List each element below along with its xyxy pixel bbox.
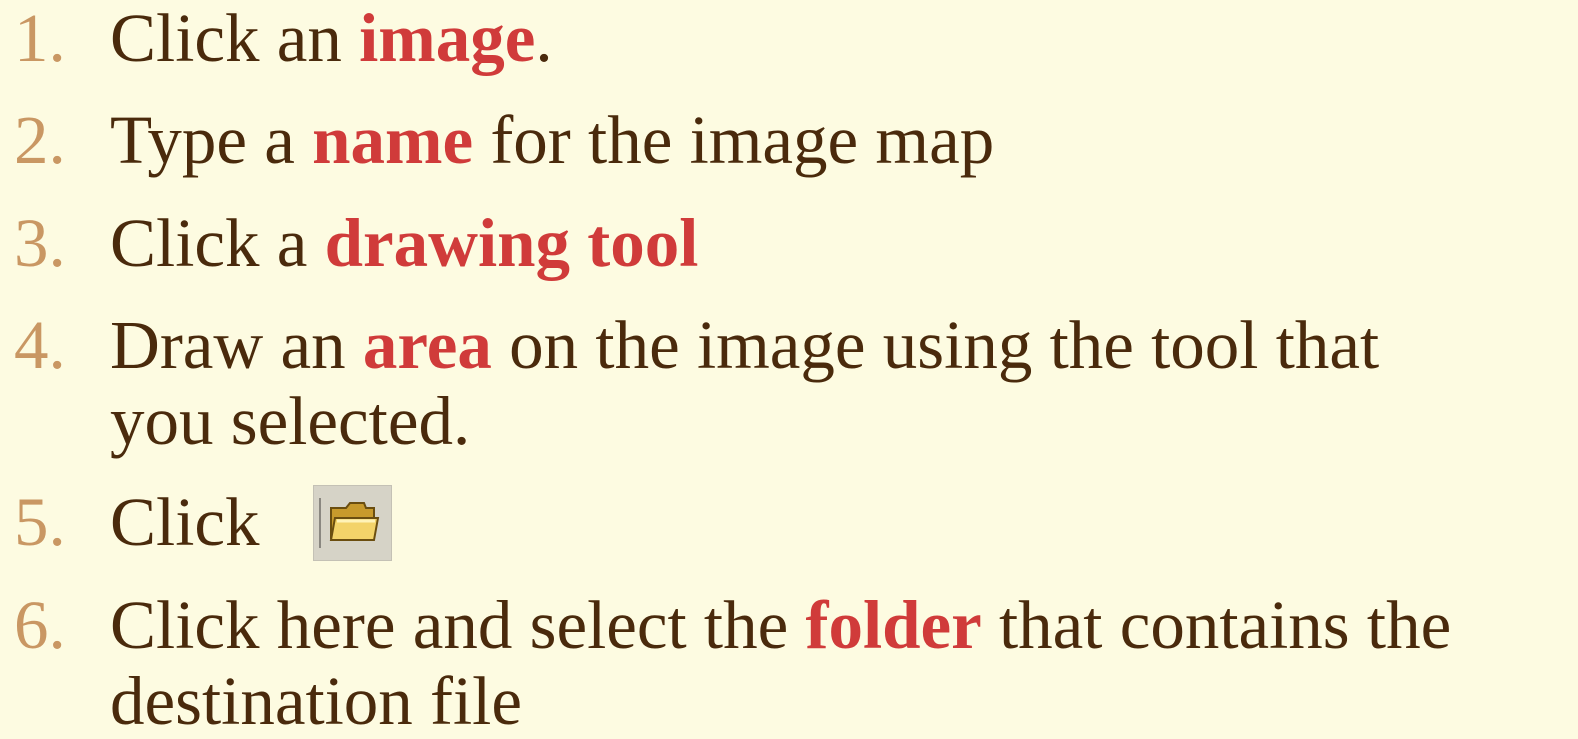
- step-number: 5.: [14, 484, 66, 560]
- keyword-image: image: [359, 0, 536, 76]
- instruction-list: 1. Click an image. 2. Type a name for th…: [0, 0, 1578, 739]
- step-number: 3.: [14, 205, 66, 281]
- keyword-folder: folder: [805, 587, 982, 663]
- toolbar-separator: [319, 498, 321, 548]
- step-text: Click a drawing tool: [110, 205, 699, 281]
- step-text: Type a name for the image map: [110, 102, 995, 178]
- keyword-drawing-tool: drawing tool: [324, 205, 699, 281]
- step-text: Click an image.: [110, 0, 553, 76]
- step-number: 1.: [14, 0, 66, 76]
- folder-icon: [329, 502, 380, 541]
- step-number: 6.: [14, 587, 66, 663]
- step-number: 2.: [14, 102, 66, 178]
- keyword-area: area: [362, 307, 492, 383]
- step-text: Draw an area on the image using the tool…: [110, 307, 1380, 459]
- step-text: Click here and select the folder that co…: [110, 587, 1452, 739]
- open-folder-button[interactable]: [313, 485, 392, 561]
- step-number: 4.: [14, 307, 66, 383]
- keyword-name: name: [312, 102, 474, 178]
